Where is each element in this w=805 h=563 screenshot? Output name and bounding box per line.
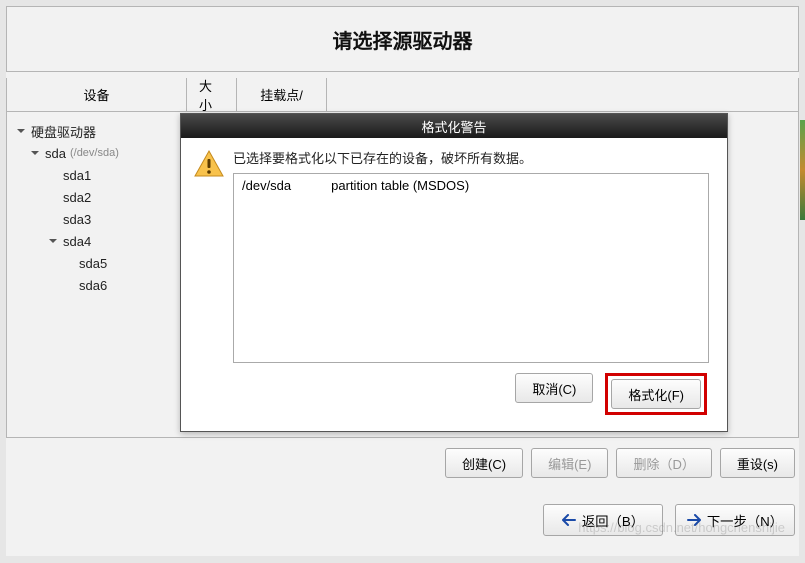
nav-row: 返回（B） 下一步（N）: [6, 504, 799, 536]
device-list-row: /dev/sda partition table (MSDOS): [242, 178, 700, 193]
page-title: 请选择源驱动器: [333, 25, 473, 54]
tree-label: sda: [45, 146, 66, 161]
dialog-message: 已选择要格式化以下已存在的设备，破坏所有数据。: [233, 148, 709, 167]
edit-button: 编辑(E): [531, 448, 608, 478]
delete-button: 删除（D）: [616, 448, 711, 478]
decorative-edge: [800, 120, 805, 220]
tree-label: sda6: [79, 278, 107, 293]
column-header-size[interactable]: 大小: [187, 78, 237, 111]
highlight-annotation: 格式化(F): [605, 373, 707, 415]
tree-label: sda1: [63, 168, 91, 183]
device-tree[interactable]: 硬盘驱动器 sda (/dev/sda) sda1 sda2 sda3 sda4: [7, 112, 187, 437]
tree-row-partition[interactable]: sda5: [11, 252, 183, 274]
column-header-mount[interactable]: 挂载点/: [237, 78, 327, 111]
tree-label: sda5: [79, 256, 107, 271]
chevron-down-icon[interactable]: [29, 147, 41, 159]
column-header-device[interactable]: 设备: [7, 78, 187, 112]
device-list-box[interactable]: /dev/sda partition table (MSDOS): [233, 173, 709, 363]
title-frame: 请选择源驱动器: [6, 6, 799, 72]
tree-row-root[interactable]: 硬盘驱动器: [11, 120, 183, 142]
tree-row-sda4[interactable]: sda4: [11, 230, 183, 252]
next-label: 下一步（N）: [707, 511, 783, 530]
tree-label: sda4: [63, 234, 91, 249]
tree-row-partition[interactable]: sda2: [11, 186, 183, 208]
device-path: /dev/sda: [242, 178, 291, 193]
format-warning-dialog: 格式化警告 已选择要格式化以下已存在的设备，破坏所有数据。 /dev/sda p…: [180, 113, 728, 432]
toolbar-row: 创建(C) 编辑(E) 删除（D） 重设(s): [6, 448, 799, 478]
chevron-down-icon[interactable]: [47, 235, 59, 247]
dialog-content: 已选择要格式化以下已存在的设备，破坏所有数据。 /dev/sda partiti…: [233, 148, 709, 363]
warning-icon: [193, 148, 225, 180]
dialog-body: 已选择要格式化以下已存在的设备，破坏所有数据。 /dev/sda partiti…: [181, 138, 727, 373]
reset-button[interactable]: 重设(s): [720, 448, 795, 478]
tree-sublabel: (/dev/sda): [70, 147, 119, 159]
tree-label: sda2: [63, 190, 91, 205]
back-button[interactable]: 返回（B）: [543, 504, 663, 536]
back-label: 返回（B）: [582, 511, 644, 530]
tree-row-partition[interactable]: sda3: [11, 208, 183, 230]
tree-row-partition[interactable]: sda1: [11, 164, 183, 186]
format-button[interactable]: 格式化(F): [611, 379, 701, 409]
next-button[interactable]: 下一步（N）: [675, 504, 795, 536]
tree-label: sda3: [63, 212, 91, 227]
arrow-right-icon: [687, 514, 701, 526]
column-headers: 大小 挂载点/: [187, 78, 798, 112]
dialog-titlebar: 格式化警告: [181, 114, 727, 138]
chevron-down-icon[interactable]: [15, 125, 27, 137]
cancel-button[interactable]: 取消(C): [515, 373, 593, 403]
device-column: 设备 硬盘驱动器 sda (/dev/sda) sda1 sda2: [7, 78, 187, 437]
tree-row-sda[interactable]: sda (/dev/sda): [11, 142, 183, 164]
create-button[interactable]: 创建(C): [445, 448, 523, 478]
arrow-left-icon: [562, 514, 576, 526]
device-description: partition table (MSDOS): [331, 178, 469, 193]
tree-row-partition[interactable]: sda6: [11, 274, 183, 296]
dialog-actions: 取消(C) 格式化(F): [181, 373, 727, 427]
tree-label: 硬盘驱动器: [31, 122, 96, 141]
